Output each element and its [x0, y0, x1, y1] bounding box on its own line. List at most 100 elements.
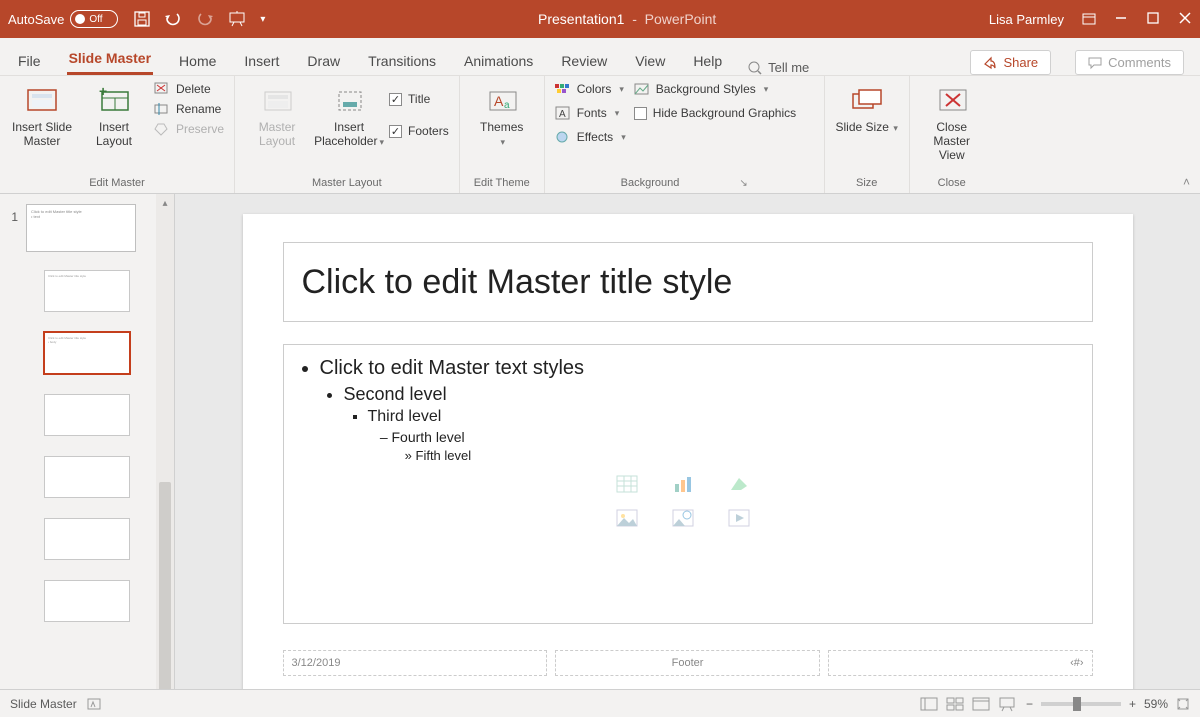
thumbnail-scrollbar[interactable]: ▴ ▾ — [156, 194, 174, 689]
thumb-master[interactable]: Click to edit Master title style• text — [26, 204, 136, 252]
redo-icon[interactable] — [196, 11, 214, 27]
pagenum-placeholder[interactable]: ‹#› — [828, 650, 1093, 676]
thumb-layout-2[interactable]: Click to edit Master title style• body — [44, 332, 130, 374]
slideshow-view-icon[interactable] — [998, 697, 1016, 711]
thumb-layout-4[interactable] — [44, 456, 130, 498]
delete-button[interactable]: Delete — [154, 82, 224, 96]
work-area: 1 Click to edit Master title style• text… — [0, 194, 1200, 689]
group-label-background: Background ↘ — [555, 175, 814, 191]
share-button[interactable]: Share — [970, 50, 1051, 75]
lightbulb-icon — [748, 61, 762, 75]
status-mode: Slide Master — [10, 697, 77, 711]
colors-label: Colors — [577, 82, 612, 96]
footers-checkbox[interactable]: ✓ Footers — [389, 124, 449, 138]
ribbon-display-icon[interactable] — [1082, 13, 1096, 25]
zoom-in-button[interactable]: + — [1129, 697, 1136, 711]
tab-slide-master[interactable]: Slide Master — [67, 42, 153, 75]
tab-transitions[interactable]: Transitions — [366, 45, 438, 75]
delete-icon — [154, 82, 170, 96]
delete-label: Delete — [176, 82, 211, 96]
insert-online-picture-icon[interactable] — [673, 510, 693, 526]
scroll-thumb[interactable] — [159, 482, 171, 689]
document-name: Presentation1 — [538, 11, 624, 27]
maximize-button[interactable] — [1146, 12, 1160, 27]
content-placeholder-icons[interactable] — [617, 476, 759, 526]
zoom-slider-thumb[interactable] — [1073, 697, 1081, 711]
rename-button[interactable]: Rename — [154, 102, 224, 116]
minimize-button[interactable] — [1114, 12, 1128, 27]
title-placeholder[interactable]: Click to edit Master title style — [283, 242, 1093, 322]
zoom-out-button[interactable]: − — [1026, 697, 1033, 711]
user-name[interactable]: Lisa Parmley — [989, 12, 1064, 27]
dialog-launcher-icon[interactable]: ↘ — [739, 178, 747, 189]
hide-bg-label: Hide Background Graphics — [653, 106, 796, 120]
thumb-layout-3[interactable] — [44, 394, 130, 436]
bullet-level-2: Second level — [344, 382, 1074, 406]
group-label-master-layout: Master Layout — [245, 175, 449, 191]
tab-view[interactable]: View — [633, 45, 667, 75]
thumb-layout-6[interactable] — [44, 580, 130, 622]
save-icon[interactable] — [134, 11, 150, 27]
tab-file[interactable]: File — [16, 45, 43, 75]
slide-size-button[interactable]: Slide Size ▾ — [835, 82, 899, 134]
insert-layout-button[interactable]: + Insert Layout — [82, 82, 146, 148]
close-button[interactable] — [1178, 12, 1192, 27]
slideshow-icon[interactable] — [228, 11, 246, 27]
zoom-level[interactable]: 59% — [1144, 697, 1168, 711]
tab-insert[interactable]: Insert — [242, 45, 281, 75]
tab-home[interactable]: Home — [177, 45, 218, 75]
hide-background-checkbox[interactable]: Hide Background Graphics — [634, 106, 796, 120]
scroll-up-icon[interactable]: ▴ — [156, 194, 174, 212]
themes-icon: Aa — [484, 86, 520, 116]
thumb-layout-5[interactable] — [44, 518, 130, 560]
slide-sorter-icon[interactable] — [946, 697, 964, 711]
colors-button[interactable]: Colors▾ — [555, 82, 626, 96]
autosave-state: Off — [89, 14, 102, 25]
insert-slide-master-button[interactable]: Insert Slide Master — [10, 82, 74, 148]
tell-me-search[interactable]: Tell me — [748, 60, 809, 75]
fonts-button[interactable]: A Fonts▾ — [555, 106, 626, 120]
tab-help[interactable]: Help — [691, 45, 724, 75]
slide[interactable]: Click to edit Master title style Click t… — [243, 214, 1133, 689]
autosave-switch[interactable]: Off — [70, 10, 118, 28]
tab-draw[interactable]: Draw — [305, 45, 342, 75]
normal-view-icon[interactable] — [920, 697, 938, 711]
fit-to-window-icon[interactable] — [1176, 697, 1190, 711]
insert-layout-label: Insert Layout — [82, 120, 146, 148]
footer-placeholder[interactable]: Footer — [555, 650, 820, 676]
themes-button[interactable]: Aa Themes▾ — [470, 82, 534, 148]
insert-smartart-icon[interactable] — [729, 476, 749, 492]
accessibility-icon[interactable] — [87, 698, 101, 710]
date-placeholder[interactable]: 3/12/2019 — [283, 650, 548, 676]
preserve-button[interactable]: Preserve — [154, 122, 224, 136]
tell-me-label: Tell me — [768, 60, 809, 75]
scroll-track[interactable] — [156, 212, 174, 671]
zoom-slider[interactable] — [1041, 702, 1121, 706]
collapse-ribbon-button[interactable]: ˄ — [1173, 171, 1200, 193]
autosave-toggle[interactable]: AutoSave Off — [8, 10, 118, 28]
close-master-view-button[interactable]: Close Master View — [920, 82, 984, 162]
insert-chart-icon[interactable] — [673, 476, 693, 492]
checkbox-checked-icon: ✓ — [389, 93, 402, 106]
background-styles-button[interactable]: Background Styles▾ — [634, 82, 796, 96]
window-title: Presentation1 - PowerPoint — [265, 11, 988, 27]
body-placeholder[interactable]: Click to edit Master text styles Second … — [283, 344, 1093, 624]
slide-canvas-area[interactable]: Click to edit Master title style Click t… — [175, 194, 1200, 689]
insert-picture-icon[interactable] — [617, 510, 637, 526]
effects-button[interactable]: Effects▾ — [555, 130, 626, 144]
close-master-label: Close Master View — [920, 120, 984, 162]
reading-view-icon[interactable] — [972, 697, 990, 711]
tab-review[interactable]: Review — [559, 45, 609, 75]
insert-placeholder-label: Insert Placeholder — [314, 120, 377, 148]
thumb-layout-1[interactable]: Click to edit Master title style — [44, 270, 130, 312]
insert-placeholder-button[interactable]: Insert Placeholder▾ — [317, 82, 381, 148]
undo-icon[interactable] — [164, 11, 182, 27]
insert-placeholder-icon — [331, 86, 367, 116]
tab-animations[interactable]: Animations — [462, 45, 535, 75]
title-checkbox[interactable]: ✓ Title — [389, 92, 449, 106]
insert-table-icon[interactable] — [617, 476, 637, 492]
bullet-level-1: Click to edit Master text styles — [320, 355, 1074, 382]
comments-button[interactable]: Comments — [1075, 50, 1184, 75]
zoom-controls: − + 59% — [1026, 697, 1190, 711]
insert-video-icon[interactable] — [729, 510, 749, 526]
